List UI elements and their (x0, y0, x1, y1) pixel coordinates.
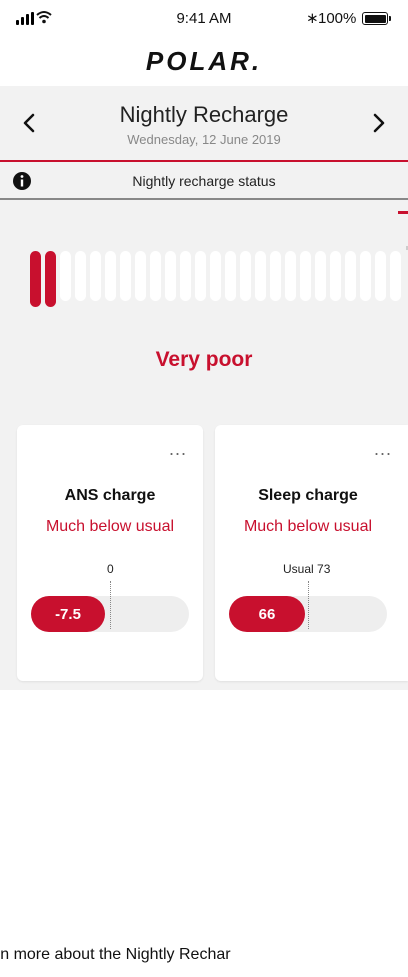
recharge-bar-empty (255, 251, 266, 301)
card-title: ANS charge (64, 487, 156, 504)
next-day-button[interactable] (364, 108, 394, 138)
reference-marker (308, 581, 309, 629)
recharge-bar-empty (375, 251, 386, 301)
recharge-bar-empty (240, 251, 251, 301)
recharge-bar-empty (390, 251, 401, 301)
charge-value-pill: 66 (229, 596, 305, 632)
recharge-bar-empty (210, 251, 221, 301)
card-subtitle: Much below usual (243, 518, 373, 535)
recharge-bar-empty (330, 251, 341, 301)
status-label: Nightly recharge status (132, 173, 276, 189)
recharge-bar-empty (60, 251, 71, 301)
polar-logo: POLAR. (145, 46, 263, 76)
page-title: Nightly Recharge (119, 102, 289, 127)
scroll-indicator (398, 211, 408, 214)
sleep-charge-card[interactable]: ... Sleep charge Much below usual Usual … (215, 425, 408, 681)
reference-marker (110, 581, 111, 629)
recharge-bar-empty (285, 251, 296, 301)
battery-percentage: 100% (318, 10, 357, 27)
recharge-bar-empty (345, 251, 356, 301)
ans-charge-card[interactable]: ... ANS charge Much below usual 0 -7.5 (17, 425, 203, 681)
more-options-icon[interactable]: ... (169, 439, 187, 460)
card-title: Sleep charge (258, 487, 358, 504)
page-date: Wednesday, 12 June 2019 (127, 132, 281, 147)
main-content: Nightly Recharge Wednesday, 12 June 2019… (0, 86, 408, 690)
recharge-bar-empty (90, 251, 101, 301)
date-navigation: Nightly Recharge Wednesday, 12 June 2019 (0, 86, 408, 162)
reference-label: Usual 73 (283, 562, 331, 576)
recharge-bar-active (30, 251, 41, 307)
battery-icon (362, 12, 391, 25)
recharge-bar-empty (75, 251, 86, 301)
recharge-bar-active (45, 251, 56, 307)
learn-more-link[interactable]: arn more about the Nightly Rechar (0, 946, 231, 964)
card-subtitle: Much below usual (45, 518, 175, 535)
recharge-bar-empty (315, 251, 326, 301)
recharge-bar-empty (225, 251, 236, 301)
recharge-bar-empty (105, 251, 116, 301)
status-strip: Nightly recharge status (0, 162, 408, 200)
recharge-bar-empty (300, 251, 311, 301)
recharge-bar-empty (165, 251, 176, 301)
recharge-bar-empty (150, 251, 161, 301)
bluetooth-icon: ∗ (306, 10, 319, 27)
recharge-status-level: Very poor (155, 348, 253, 371)
recharge-status-bars (30, 251, 401, 309)
recharge-bar-empty (360, 251, 371, 301)
reference-label: 0 (107, 562, 114, 576)
status-bar: 9:41 AM ∗ 100% (0, 0, 408, 40)
recharge-bar-empty (180, 251, 191, 301)
recharge-bar-empty (195, 251, 206, 301)
more-options-icon[interactable]: ... (374, 439, 392, 460)
charge-value-pill: -7.5 (31, 596, 105, 632)
recharge-bar-empty (270, 251, 281, 301)
recharge-bar-empty (135, 251, 146, 301)
chevron-right-icon (373, 113, 385, 133)
recharge-bar-empty (120, 251, 131, 301)
